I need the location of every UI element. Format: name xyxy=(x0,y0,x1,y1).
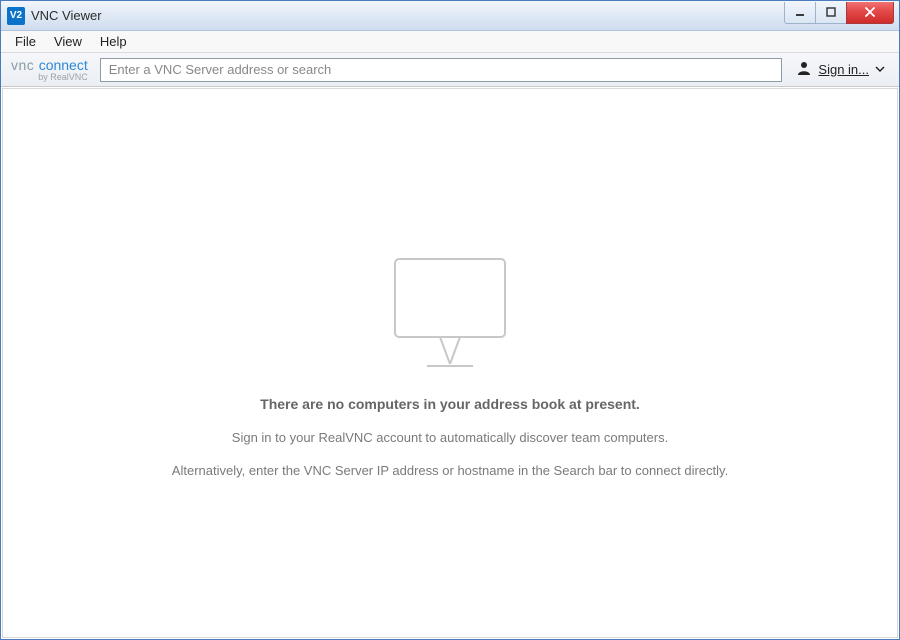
app-icon: V2 xyxy=(7,7,25,25)
maximize-button[interactable] xyxy=(815,2,847,24)
chevron-down-icon xyxy=(875,62,885,77)
monitor-icon xyxy=(385,254,515,374)
empty-line-1: Sign in to your RealVNC account to autom… xyxy=(232,430,668,445)
signin-button[interactable]: Sign in... xyxy=(792,60,889,79)
empty-state: There are no computers in your address b… xyxy=(3,254,897,496)
menu-view[interactable]: View xyxy=(46,32,90,51)
minimize-button[interactable] xyxy=(784,2,816,24)
window-frame: V2 VNC Viewer File View Help vnc connect… xyxy=(0,0,900,640)
empty-line-2: Alternatively, enter the VNC Server IP a… xyxy=(172,463,728,478)
logo-connect-word: connect xyxy=(39,57,88,73)
logo-vnc-word: vnc xyxy=(11,57,34,73)
window-title: VNC Viewer xyxy=(31,8,785,23)
menu-file[interactable]: File xyxy=(7,32,44,51)
toolbar: vnc connect by RealVNC Sign in... xyxy=(1,53,899,87)
window-controls xyxy=(785,2,899,24)
titlebar[interactable]: V2 VNC Viewer xyxy=(1,1,899,31)
empty-heading: There are no computers in your address b… xyxy=(260,396,640,412)
vnc-connect-logo: vnc connect by RealVNC xyxy=(11,58,88,82)
menubar: File View Help xyxy=(1,31,899,53)
menu-help[interactable]: Help xyxy=(92,32,135,51)
close-button[interactable] xyxy=(846,2,894,24)
signin-label: Sign in... xyxy=(818,62,869,77)
logo-byline: by RealVNC xyxy=(11,73,88,82)
content-area: There are no computers in your address b… xyxy=(2,88,898,638)
search-input[interactable] xyxy=(100,58,783,82)
user-icon xyxy=(796,60,812,79)
